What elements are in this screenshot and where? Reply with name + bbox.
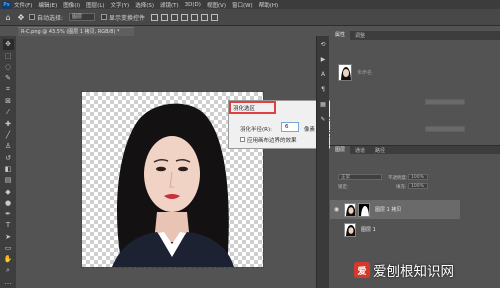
marquee-tool-icon[interactable]: ⬚ [3,50,14,61]
watermark: 爱 爱刨根知识网 [354,258,494,282]
frame-tool-icon[interactable]: ⊠ [3,96,14,107]
distribute-icon[interactable] [211,13,219,21]
layer-row[interactable]: ◉ 图层 1 拷贝 [330,200,460,219]
feather-radius-label: 羽化半径(R): [240,127,272,133]
rectangle-tool-icon[interactable]: ▭ [3,243,14,254]
menu-select[interactable]: 选择(S) [135,1,154,9]
move-tool-icon[interactable]: ✥ [2,39,14,50]
menu-window[interactable]: 窗口(W) [232,1,253,9]
brush-settings-icon[interactable]: ✎ [319,115,328,124]
menu-view[interactable]: 视图(V) [207,1,226,9]
watermark-text: 爱刨根知识网 [373,264,454,280]
clone-stamp-tool-icon[interactable]: ♙ [3,141,14,152]
apply-canvas-bounds-checkbox[interactable] [240,137,245,142]
actions-icon[interactable]: ▶ [319,55,328,64]
lock-label: 锁定: [338,185,349,190]
path-select-tool-icon[interactable]: ➤ [3,231,14,242]
watermark-logo: 爱 [354,262,370,278]
blend-mode-dropdown[interactable]: 正常 [338,174,382,180]
crop-tool-icon[interactable]: ⌗ [3,84,14,95]
eraser-tool-icon[interactable]: ◧ [3,163,14,174]
tools-panel: ✥ ⬚ ◌ ✎ ⌗ ⊠ ⁄ ✚ ╱ ♙ ↺ ◧ ▤ ◆ ● ✒ T ➤ ▭ ✋ … [0,36,16,288]
pen-tool-icon[interactable]: ✒ [3,209,14,220]
brush-tool-icon[interactable]: ╱ [3,130,14,141]
feather-radius-input[interactable]: 6 [281,122,299,132]
type-tool-icon[interactable]: T [3,220,14,231]
opacity-label: 不透明度: [388,176,408,181]
menu-layer[interactable]: 图层(L) [86,1,104,9]
swatches-icon[interactable]: ▦ [319,100,328,109]
auto-select-dropdown[interactable]: 图层 [69,13,96,21]
pixel-unit-label: 像素 [304,127,316,133]
menu-edit[interactable]: 编辑(E) [38,1,57,9]
character-icon[interactable]: A [319,70,328,79]
lasso-tool-icon[interactable]: ◌ [3,62,14,73]
dodge-tool-icon[interactable]: ● [3,197,14,208]
menu-filter[interactable]: 滤镜(T) [160,1,179,9]
menu-file[interactable]: 文件(F) [14,1,32,9]
align-middle-icon[interactable] [191,13,199,21]
history-icon[interactable]: ⟲ [319,40,328,49]
properties-tabs: 属性 调整 [330,31,500,40]
properties-layer-name: 未命名 [357,70,373,76]
menu-bar: Ps 文件(F) 编辑(E) 图像(I) 图层(L) 文字(Y) 选择(S) 滤… [0,0,500,9]
tab-layers[interactable]: 图层 [330,145,351,155]
layers-tabs: 图层 通道 路径 [330,145,500,155]
panel-icon-column: ⟲ ▶ A ¶ ▦ ✎ [316,36,329,288]
align-top-icon[interactable] [181,13,189,21]
menu-3d[interactable]: 3D(D) [185,2,201,8]
eyedropper-tool-icon[interactable]: ⁄ [3,107,14,118]
align-bottom-icon[interactable] [201,13,209,21]
paragraph-icon[interactable]: ¶ [319,85,328,94]
history-brush-tool-icon[interactable]: ↺ [3,152,14,163]
layer-name: 图层 1 [361,227,376,233]
gradient-tool-icon[interactable]: ▤ [3,175,14,186]
blur-tool-icon[interactable]: ◆ [3,186,14,197]
opacity-field[interactable]: 100% [408,174,428,180]
menu-type[interactable]: 文字(Y) [111,1,130,9]
auto-select-checkbox[interactable] [29,14,35,20]
menu-help[interactable]: 帮助(H) [259,1,278,9]
properties-thumbnail [338,64,352,81]
layer-thumbnail [344,202,356,217]
show-transform-label: 显示变换控件 [109,14,146,22]
layer-thumbnail [344,222,356,237]
visibility-eye-icon[interactable]: ◉ [332,206,341,213]
properties-layer-row: 未命名 [338,64,372,81]
home-icon[interactable]: ⌂ [3,12,13,22]
align-right-icon[interactable] [171,13,179,21]
layer-name: 图层 1 拷贝 [375,207,402,213]
tab-paths[interactable]: 路径 [370,147,390,154]
healing-brush-tool-icon[interactable]: ✚ [3,118,14,129]
align-left-icon[interactable] [151,13,159,21]
fill-field[interactable]: 100% [408,183,428,189]
properties-field[interactable] [425,126,465,132]
tab-properties[interactable]: 属性 [330,31,351,40]
document-tab[interactable]: R-C.png @ 43.5% (图层 1 拷贝, RGB/8) * [18,27,134,36]
photoshop-logo-icon: Ps [2,0,11,9]
menu-image[interactable]: 图像(I) [63,1,80,9]
more-tools-icon[interactable]: … [3,277,14,288]
tab-adjustments[interactable]: 调整 [350,32,370,39]
options-bar: ⌂ ✥ 自动选择: 图层 显示变换控件 [0,9,500,26]
show-transform-checkbox[interactable] [101,14,108,20]
dialog-title: 羽化选区 [233,106,256,112]
properties-field[interactable] [425,99,465,105]
tab-channels[interactable]: 通道 [350,147,370,154]
move-tool-icon[interactable]: ✥ [16,12,26,22]
quick-select-tool-icon[interactable]: ✎ [3,73,14,84]
fill-label: 填充: [396,185,407,190]
layer-row[interactable]: 图层 1 [330,220,460,239]
apply-canvas-bounds-label: 应用画布边界的效果 [247,138,297,144]
layer-mask-thumbnail[interactable] [358,202,370,217]
hand-tool-icon[interactable]: ✋ [3,254,14,265]
zoom-tool-icon[interactable]: ⌕ [3,265,14,276]
align-center-icon[interactable] [161,13,169,21]
auto-select-label: 自动选择: [37,14,64,22]
